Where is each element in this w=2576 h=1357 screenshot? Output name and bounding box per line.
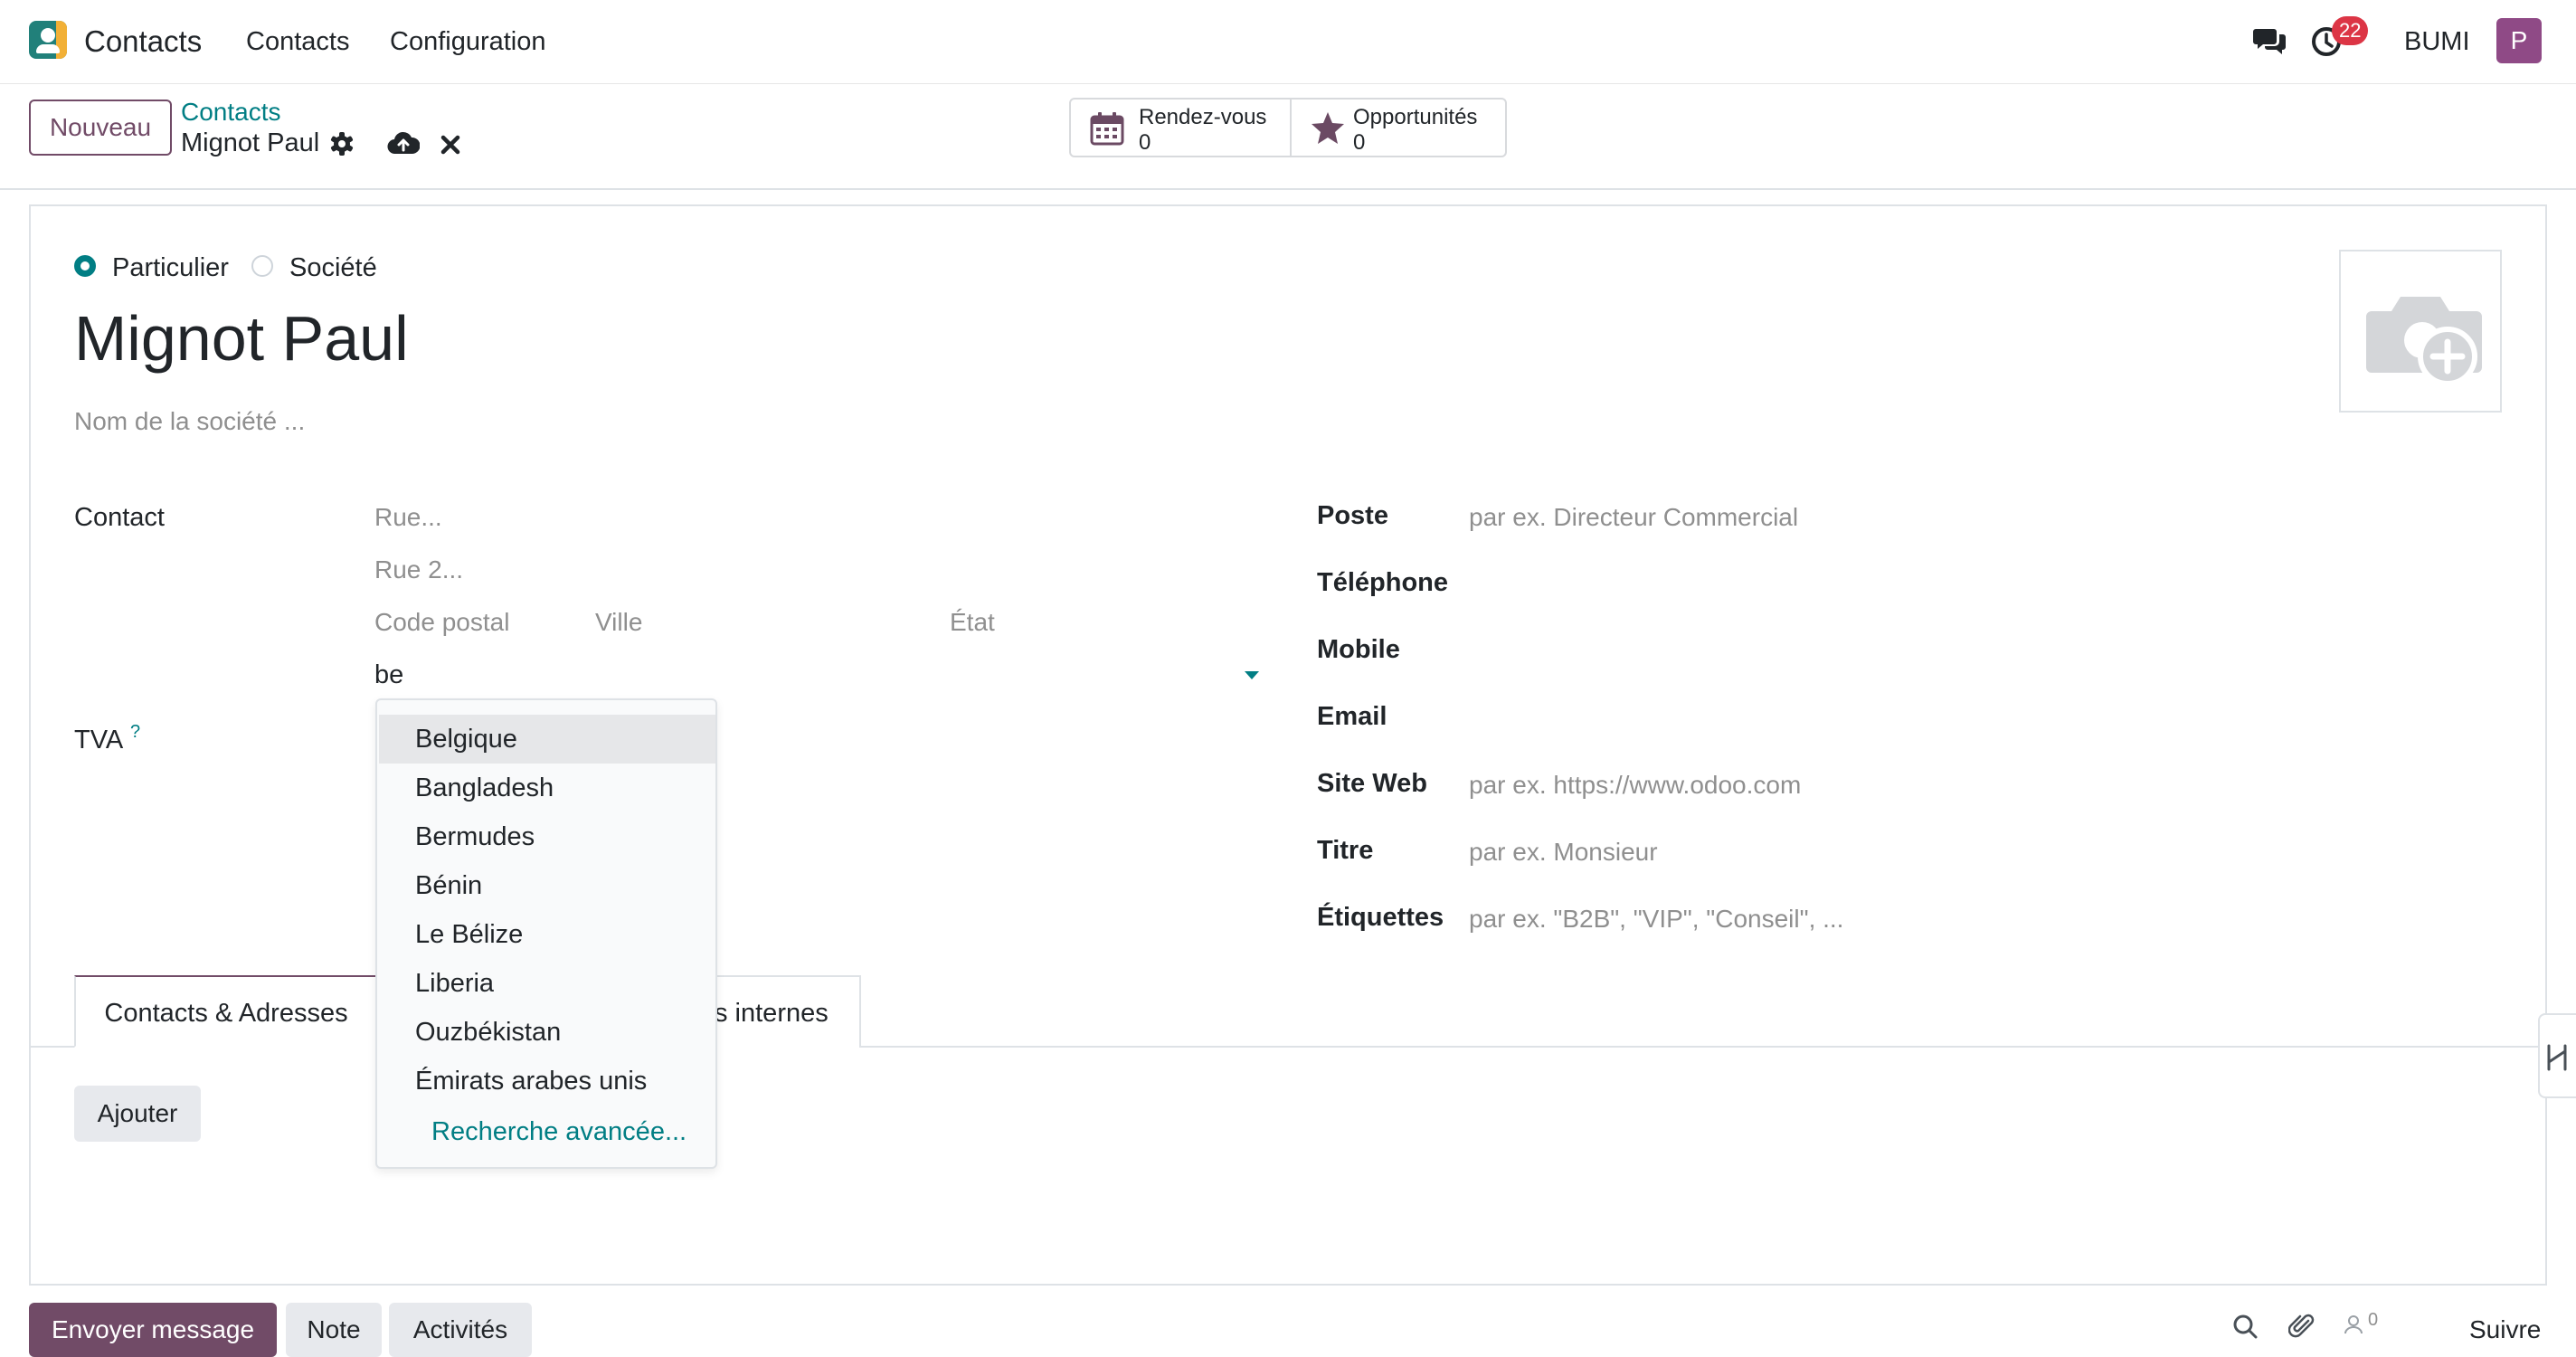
city-field[interactable]: Ville bbox=[595, 608, 642, 637]
zip-field[interactable]: Code postal bbox=[374, 608, 509, 637]
resize-handle-icon bbox=[2547, 1044, 2567, 1071]
log-note-button[interactable]: Note bbox=[286, 1303, 382, 1357]
country-option[interactable]: Liberia bbox=[379, 959, 715, 1008]
smart-button-label: Opportunités bbox=[1353, 105, 1478, 129]
paperclip-icon[interactable] bbox=[2288, 1314, 2316, 1339]
country-option[interactable]: Le Bélize bbox=[379, 910, 715, 959]
smart-button-opportunities[interactable]: Opportunités 0 bbox=[1290, 98, 1507, 157]
smart-button-label: Rendez-vous bbox=[1139, 105, 1267, 129]
contact-label: Contact bbox=[74, 503, 165, 532]
followers-count: 0 bbox=[2368, 1310, 2379, 1330]
email-label: Email bbox=[1317, 702, 1387, 731]
add-contact-button[interactable]: Ajouter bbox=[74, 1086, 201, 1142]
chatter-toggle-handle[interactable] bbox=[2538, 1013, 2576, 1098]
vat-help-icon[interactable]: ? bbox=[130, 722, 140, 743]
tags-field[interactable]: par ex. "B2B", "VIP", "Conseil", ... bbox=[1469, 905, 1843, 934]
country-dropdown-caret-icon[interactable] bbox=[1245, 671, 1259, 679]
activity-badge: 22 bbox=[2332, 16, 2369, 45]
radio-company[interactable] bbox=[251, 255, 273, 277]
phone-label: Téléphone bbox=[1317, 568, 1449, 597]
job-field[interactable]: par ex. Directeur Commercial bbox=[1469, 503, 1798, 532]
gear-icon[interactable] bbox=[329, 131, 355, 157]
breadcrumb-contacts[interactable]: Contacts bbox=[181, 98, 281, 127]
country-option[interactable]: Émirats arabes unis bbox=[379, 1057, 715, 1106]
new-button[interactable]: Nouveau bbox=[29, 100, 172, 156]
contacts-app-icon[interactable] bbox=[29, 21, 67, 59]
save-cloud-icon[interactable] bbox=[387, 130, 420, 157]
followers-user-icon[interactable] bbox=[2343, 1314, 2364, 1335]
smart-button-appointments[interactable]: Rendez-vous 0 bbox=[1069, 98, 1292, 157]
vat-label: TVA bbox=[74, 726, 124, 754]
company-switcher[interactable]: BUMI bbox=[2404, 27, 2470, 57]
country-option[interactable]: Belgique bbox=[379, 715, 715, 764]
activities-button[interactable]: Activités bbox=[389, 1303, 532, 1357]
advanced-search-link[interactable]: Recherche avancée... bbox=[431, 1107, 687, 1156]
avatar-upload[interactable] bbox=[2339, 250, 2502, 413]
street2-field[interactable]: Rue 2... bbox=[374, 555, 463, 584]
website-field[interactable]: par ex. https://www.odoo.com bbox=[1469, 771, 1801, 800]
title-label: Titre bbox=[1317, 836, 1374, 865]
app-name[interactable]: Contacts bbox=[84, 24, 202, 59]
radio-company-label[interactable]: Société bbox=[289, 253, 377, 283]
star-icon bbox=[1312, 112, 1344, 144]
tab-contacts-addresses[interactable]: Contacts & Adresses bbox=[74, 975, 378, 1048]
search-icon[interactable] bbox=[2232, 1314, 2258, 1339]
camera-plus-icon bbox=[2366, 297, 2482, 386]
top-navbar: Contacts Contacts Configuration 22 BUMI … bbox=[0, 0, 2576, 84]
breadcrumb-current: Mignot Paul bbox=[181, 128, 320, 157]
radio-individual[interactable] bbox=[74, 255, 96, 277]
country-option[interactable]: Bangladesh bbox=[379, 764, 715, 812]
country-autocomplete-dropdown: Belgique Bangladesh Bermudes Bénin Le Bé… bbox=[375, 698, 717, 1169]
job-label: Poste bbox=[1317, 501, 1388, 530]
messages-icon[interactable] bbox=[2252, 25, 2288, 58]
street-field[interactable]: Rue... bbox=[374, 503, 442, 532]
title-field[interactable]: par ex. Monsieur bbox=[1469, 838, 1658, 867]
user-avatar[interactable]: P bbox=[2496, 18, 2542, 63]
menu-configuration[interactable]: Configuration bbox=[390, 27, 546, 57]
send-message-button[interactable]: Envoyer message bbox=[29, 1303, 277, 1357]
control-panel-divider bbox=[0, 188, 2576, 190]
state-field[interactable]: État bbox=[950, 608, 995, 637]
country-option[interactable]: Ouzbékistan bbox=[379, 1008, 715, 1057]
country-option[interactable]: Bénin bbox=[379, 861, 715, 910]
calendar-icon bbox=[1090, 112, 1124, 146]
smart-button-value: 0 bbox=[1139, 130, 1151, 155]
follow-button[interactable]: Suivre bbox=[2469, 1315, 2541, 1344]
smart-button-value: 0 bbox=[1353, 130, 1366, 155]
menu-contacts[interactable]: Contacts bbox=[246, 27, 349, 57]
radio-individual-label[interactable]: Particulier bbox=[112, 253, 229, 283]
country-field[interactable]: be bbox=[374, 660, 403, 690]
discard-close-icon[interactable] bbox=[438, 132, 463, 157]
country-option[interactable]: Bermudes bbox=[379, 812, 715, 861]
company-name-field[interactable]: Nom de la société ... bbox=[74, 407, 305, 436]
tags-label: Étiquettes bbox=[1317, 903, 1444, 932]
mobile-label: Mobile bbox=[1317, 635, 1400, 664]
tab-internal-notes-label: s internes bbox=[715, 999, 829, 1028]
contact-name-field[interactable]: Mignot Paul bbox=[74, 300, 409, 376]
website-label: Site Web bbox=[1317, 769, 1427, 798]
